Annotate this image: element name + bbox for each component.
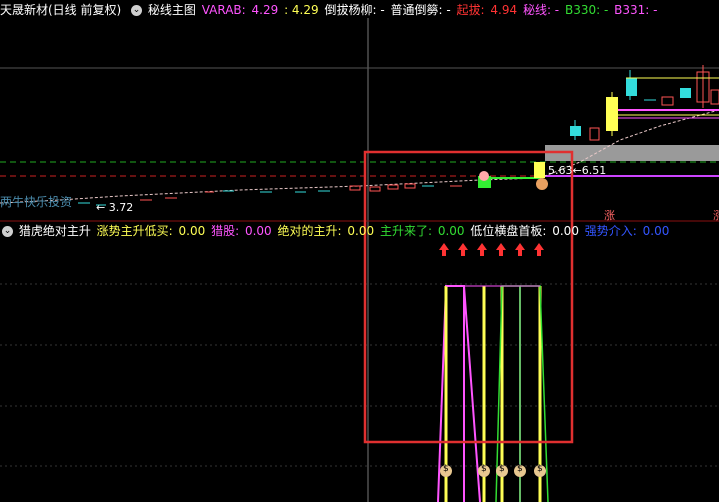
chart-canvas[interactable]	[0, 0, 719, 502]
indicator-item-value: 0.00	[437, 224, 465, 238]
money-bag-label: $	[517, 464, 523, 474]
buy-arrows	[439, 243, 544, 256]
money-bag-icons	[440, 465, 546, 477]
indicator-item-value: 0.00	[552, 224, 579, 238]
indicator-item-label: 猎股:	[211, 224, 240, 238]
watermark: 两牛快乐投资	[0, 195, 73, 209]
indicator-item-label: 低位横盘首板:	[470, 224, 547, 238]
indicator-item-value: 0.00	[178, 224, 206, 238]
indicator-title[interactable]: 猎虎绝对主升	[19, 224, 91, 238]
indicator-item-value: 0.00	[642, 224, 670, 238]
price-marker-label: 5.63←6.51	[548, 164, 607, 177]
signal-dot	[479, 171, 489, 181]
indicator-item-value: 0.00	[347, 224, 375, 238]
dropdown-icon[interactable]: ⌄	[2, 226, 13, 237]
limit-up-candle	[534, 162, 545, 178]
indicator-item-label: 强势介入:	[584, 224, 637, 238]
hand-icon	[536, 178, 548, 190]
signal-bars	[437, 285, 549, 502]
zhang-marker-2: 涨	[713, 209, 719, 222]
money-bag-label: $	[499, 464, 505, 474]
indicator-item-label: 绝对的主升:	[277, 224, 342, 238]
price-candles	[78, 65, 719, 206]
low-price-label: ← 3.72	[96, 201, 134, 214]
indicator-item-label: 主升来了:	[379, 224, 432, 238]
zhang-marker: 涨	[604, 209, 615, 222]
indicator-header: ⌄ 猎虎绝对主升 涨势主升低买: 0.00 猎股: 0.00 绝对的主升: 0.…	[0, 222, 671, 240]
money-bag-label: $	[537, 464, 543, 474]
indicator-item-label: 涨势主升低买:	[96, 224, 173, 238]
money-bag-label: $	[481, 464, 487, 474]
indicator-item-value: 0.00	[244, 224, 272, 238]
money-bag-label: $	[443, 464, 449, 474]
